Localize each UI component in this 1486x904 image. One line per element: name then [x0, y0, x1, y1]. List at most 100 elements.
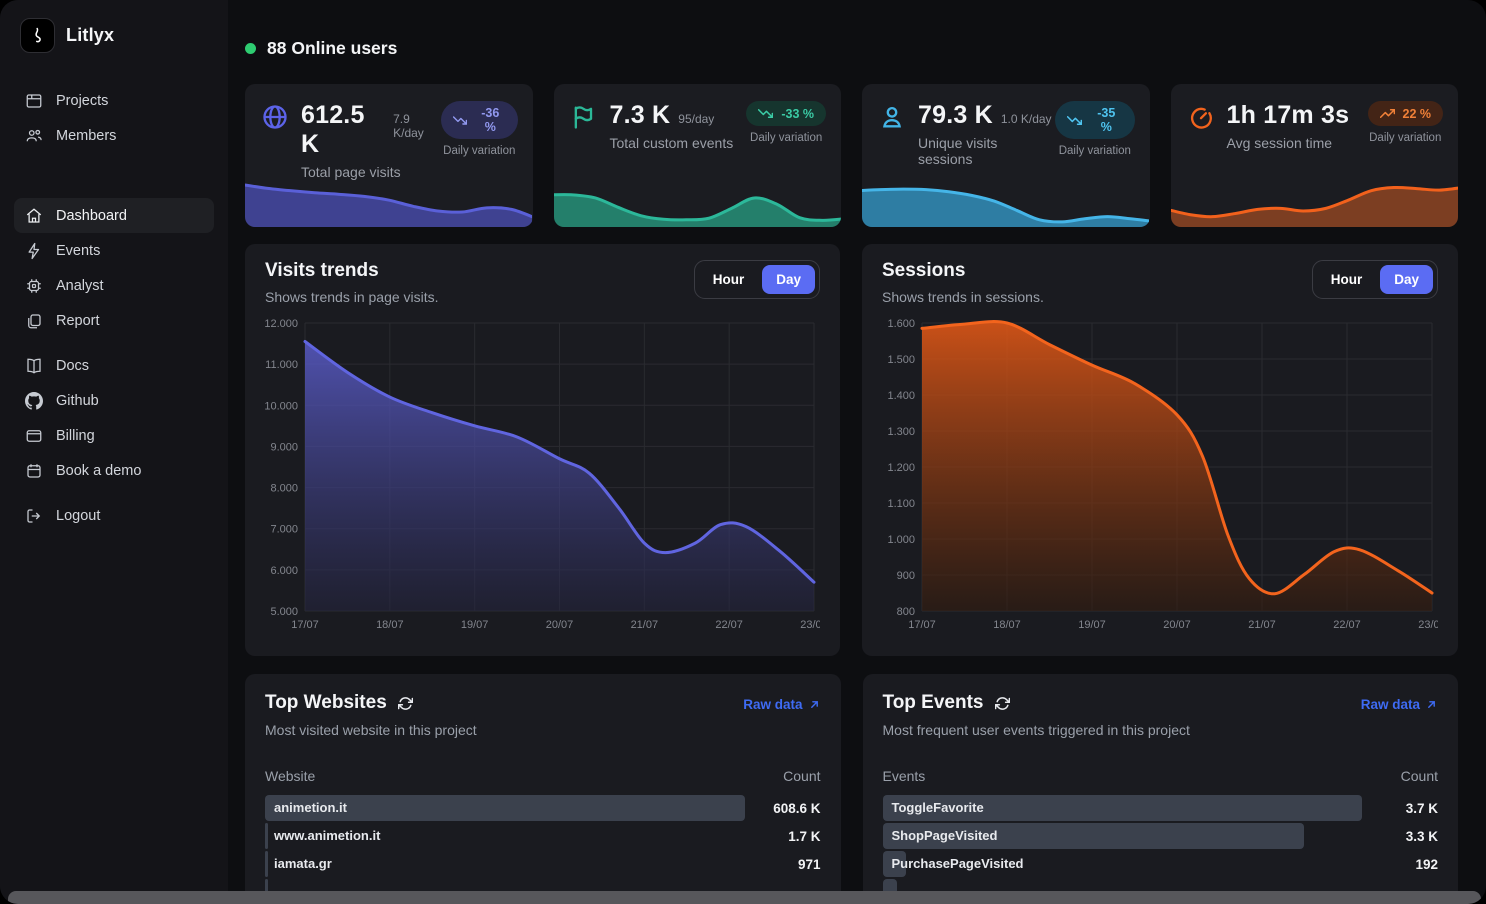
stopwatch-icon: [1187, 103, 1215, 151]
sidebar-item-book-a-demo[interactable]: Book a demo: [14, 453, 214, 488]
row-label: animetion.it: [265, 795, 745, 821]
visits-trends-chart: 12.00011.00010.0009.0008.0007.0006.0005.…: [265, 317, 820, 633]
svg-text:22/07: 22/07: [715, 619, 743, 631]
sidebar-item-github[interactable]: Github: [14, 383, 214, 418]
stat-cards-row: 612.5 K 7.9 K/day Total page visits -36 …: [245, 84, 1458, 227]
brand-name: Litlyx: [66, 25, 114, 46]
home-icon: [25, 207, 43, 225]
members-icon: [25, 127, 43, 145]
sessions-chart: 1.6001.5001.4001.3001.2001.1001.00090080…: [882, 317, 1438, 633]
row-count: 971: [745, 857, 821, 872]
projects-icon: [25, 92, 43, 110]
table-subtitle: Most frequent user events triggered in t…: [883, 722, 1190, 738]
svg-text:21/07: 21/07: [1248, 619, 1276, 631]
sidebar-item-label: Billing: [56, 428, 95, 444]
stat-label: Avg session time: [1227, 135, 1358, 151]
variation-badge: -33 %: [746, 101, 826, 126]
raw-data-link[interactable]: Raw data: [743, 697, 820, 712]
svg-text:1.200: 1.200: [887, 462, 915, 474]
row-label: www.animetion.it: [265, 823, 745, 849]
sidebar: Litlyx Projects Members Dashboard Events…: [0, 0, 228, 904]
hour-button[interactable]: Hour: [1317, 265, 1377, 294]
trend-down-icon: [453, 113, 467, 128]
svg-text:22/07: 22/07: [1333, 619, 1361, 631]
raw-data-link[interactable]: Raw data: [1361, 697, 1438, 712]
column-header: Count: [783, 768, 820, 784]
svg-text:20/07: 20/07: [1163, 619, 1191, 631]
brand: Litlyx: [14, 16, 214, 55]
svg-text:1.100: 1.100: [887, 498, 915, 510]
variation-value: -36 %: [475, 106, 505, 134]
svg-text:19/07: 19/07: [1078, 619, 1106, 631]
litlyx-logo-icon: [20, 18, 55, 53]
stat-label: Total custom events: [610, 135, 734, 151]
table-subtitle: Most visited website in this project: [265, 722, 477, 738]
svg-text:1.400: 1.400: [887, 390, 915, 402]
stat-label: Unique visits sessions: [918, 135, 1055, 167]
sidebar-item-logout[interactable]: Logout: [14, 498, 214, 533]
sessions-panel: Sessions Shows trends in sessions. Hour …: [862, 244, 1458, 656]
variation-label: Daily variation: [441, 145, 517, 157]
flag-icon: [570, 103, 598, 151]
calendar-icon: [25, 462, 43, 480]
user-icon: [878, 103, 906, 167]
stat-value: 1h 17m 3s: [1227, 101, 1350, 130]
sidebar-spacer: [14, 338, 214, 348]
billing-icon: [25, 427, 43, 445]
day-button[interactable]: Day: [1380, 265, 1433, 294]
svg-text:8.000: 8.000: [270, 483, 298, 495]
page-visits-sparkline: [245, 169, 532, 227]
top-websites-panel: Top Websites Most visited website in thi…: [245, 674, 841, 904]
sidebar-item-dashboard[interactable]: Dashboard: [14, 198, 214, 233]
row-label: ToggleFavorite: [883, 795, 1363, 821]
svg-text:1.500: 1.500: [887, 354, 915, 366]
report-icon: [25, 312, 43, 330]
svg-text:17/07: 17/07: [291, 619, 319, 631]
online-users-header: 88 Online users: [245, 36, 1458, 60]
table-title: Top Events: [883, 692, 984, 714]
sidebar-item-analyst[interactable]: Analyst: [14, 268, 214, 303]
sidebar-item-report[interactable]: Report: [14, 303, 214, 338]
column-header: Count: [1401, 768, 1438, 784]
github-icon: [25, 392, 43, 410]
raw-data-label: Raw data: [743, 697, 802, 712]
trend-up-icon: [1380, 106, 1395, 121]
stat-rate: 95/day: [678, 112, 714, 126]
sidebar-item-label: Docs: [56, 358, 89, 374]
session-time-sparkline: [1171, 169, 1458, 227]
stat-value: 612.5 K: [301, 101, 385, 159]
variation-badge: -35 %: [1055, 101, 1134, 139]
svg-text:11.000: 11.000: [265, 359, 298, 371]
custom-events-sparkline: [554, 169, 841, 227]
sidebar-item-label: Projects: [56, 93, 108, 109]
table-row: ShopPageVisited3.3 K: [883, 823, 1439, 849]
sidebar-item-projects[interactable]: Projects: [14, 83, 214, 118]
table-row: PurchasePageVisited192: [883, 851, 1439, 877]
top-events-panel: Top Events Most frequent user events tri…: [863, 674, 1459, 904]
arrow-up-right-icon: [1425, 698, 1438, 711]
table-row: www.animetion.it1.7 K: [265, 823, 821, 849]
refresh-icon[interactable]: [995, 696, 1010, 711]
sidebar-item-label: Book a demo: [56, 463, 141, 479]
stat-rate: 7.9 K/day: [393, 112, 441, 140]
sidebar-item-events[interactable]: Events: [14, 233, 214, 268]
sidebar-item-label: Members: [56, 128, 116, 144]
hour-button[interactable]: Hour: [699, 265, 759, 294]
stat-card-total-custom-events: 7.3 K 95/day Total custom events -33 % D…: [554, 84, 842, 227]
day-button[interactable]: Day: [762, 265, 815, 294]
svg-text:9.000: 9.000: [270, 441, 298, 453]
horizontal-scrollbar[interactable]: [8, 891, 1481, 904]
arrow-up-right-icon: [808, 698, 821, 711]
svg-text:1.300: 1.300: [887, 426, 915, 438]
table-row: iamata.gr971: [265, 851, 821, 877]
sidebar-item-members[interactable]: Members: [14, 118, 214, 153]
sidebar-item-label: Dashboard: [56, 208, 127, 224]
panel-subtitle: Shows trends in page visits.: [265, 289, 439, 305]
stat-card-unique-visits-sessions: 79.3 K 1.0 K/day Unique visits sessions …: [862, 84, 1150, 227]
sidebar-item-billing[interactable]: Billing: [14, 418, 214, 453]
svg-text:10.000: 10.000: [265, 400, 298, 412]
litlyx-dashboard: Litlyx Projects Members Dashboard Events…: [0, 0, 1486, 904]
refresh-icon[interactable]: [398, 696, 413, 711]
events-table-body: ToggleFavorite3.7 KShopPageVisited3.3 KP…: [883, 795, 1439, 904]
sidebar-item-docs[interactable]: Docs: [14, 348, 214, 383]
